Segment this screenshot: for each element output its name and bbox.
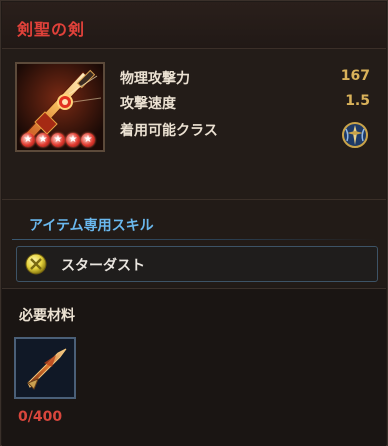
sword-icon[interactable]: ★ ★ ★ ★ ★ (15, 62, 105, 152)
weapon-shard-icon[interactable] (14, 337, 76, 399)
stat-label: 着用可能クラス (120, 123, 218, 139)
item-title: 剣聖の剣 (17, 20, 86, 39)
item-skill-section: アイテム専用スキル スターダスト (2, 200, 386, 286)
skill-name: スターダスト (61, 258, 145, 274)
star-icon: ★ (36, 133, 50, 147)
required-materials-section: 必要材料 0/400 (2, 288, 386, 446)
stat-value: 1.5 (345, 93, 370, 109)
stat-row-class: 着用可能クラス (120, 120, 370, 140)
item-info-panel: ★ ★ ★ ★ ★ 物理攻撃力 167 攻撃速度 1.5 着用可能クラス (2, 49, 386, 200)
stat-label: 攻撃速度 (120, 96, 176, 112)
materials-heading: 必要材料 (19, 308, 75, 324)
material-count: 0/400 (18, 409, 63, 425)
rarity-stars: ★ ★ ★ ★ ★ (21, 133, 95, 147)
star-orb-icon (25, 253, 47, 275)
stat-row-attack: 物理攻撃力 167 (120, 68, 370, 88)
divider (12, 239, 376, 240)
stat-label: 物理攻撃力 (120, 71, 190, 87)
skill-heading: アイテム専用スキル (29, 218, 154, 234)
star-icon: ★ (21, 133, 35, 147)
item-detail-window: 剣聖の剣 ★ ★ ★ ★ ★ 物理攻撃力 167 攻撃速度 1.5 着用可能クラ… (0, 0, 388, 446)
stat-row-speed: 攻撃速度 1.5 (120, 93, 370, 113)
stat-value: 167 (340, 68, 370, 84)
star-icon: ★ (66, 133, 80, 147)
star-icon: ★ (81, 133, 95, 147)
knight-class-emblem-icon[interactable] (341, 121, 369, 149)
skill-stardust[interactable]: スターダスト (16, 246, 378, 282)
star-icon: ★ (51, 133, 65, 147)
shard-art (16, 339, 74, 397)
title-bar: 剣聖の剣 (2, 2, 386, 49)
